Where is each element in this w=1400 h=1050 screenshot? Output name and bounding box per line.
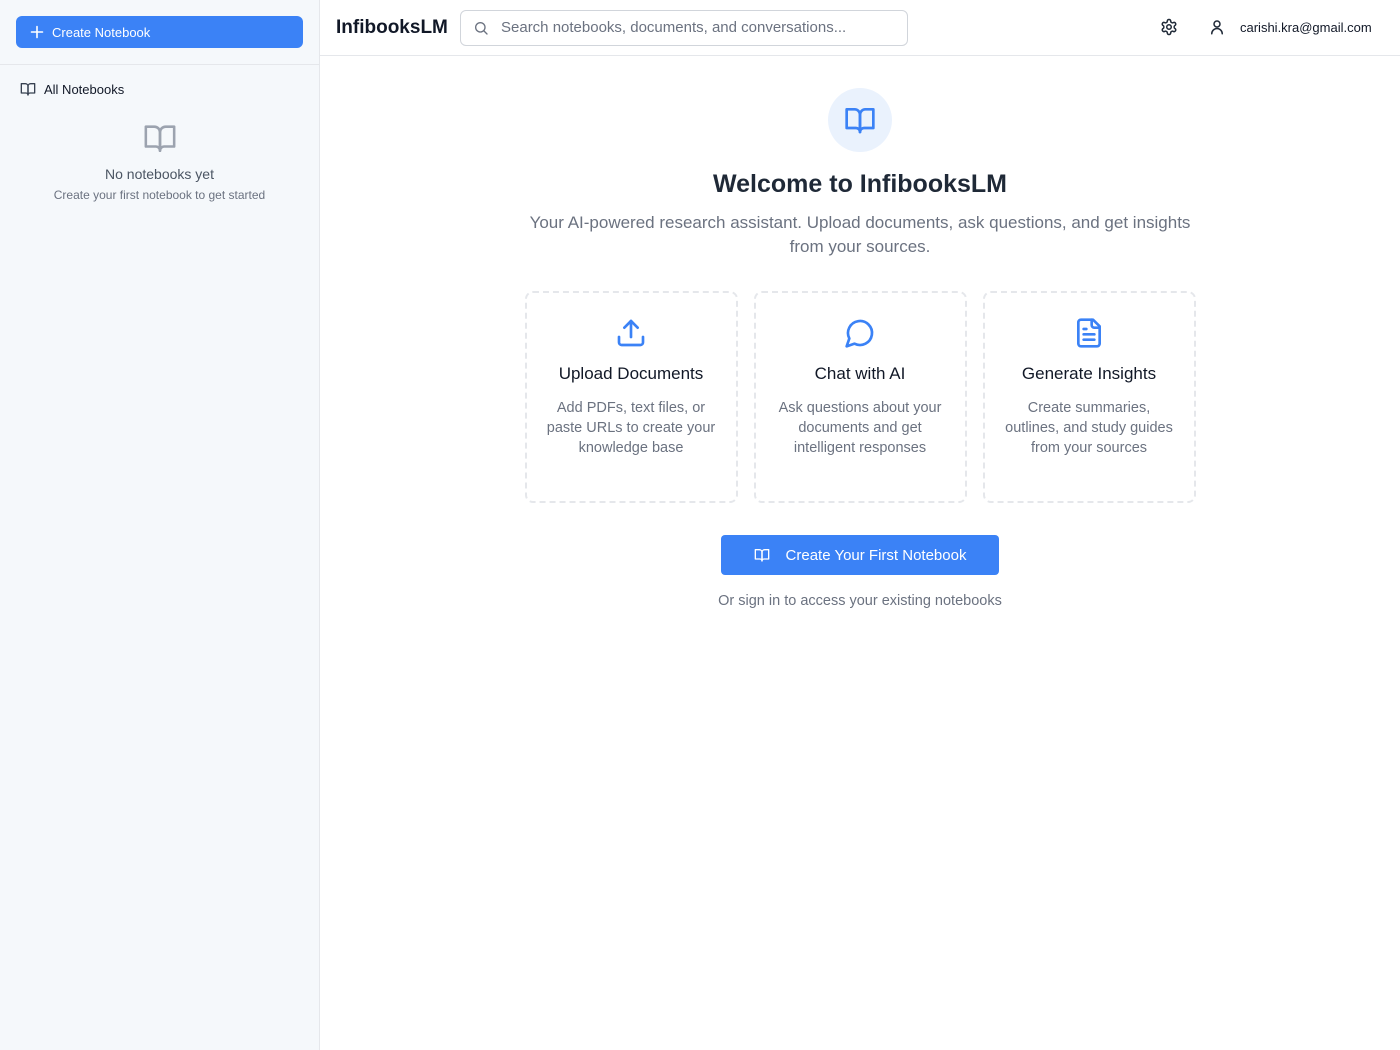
book-open-icon bbox=[844, 104, 876, 136]
feature-card-chat: Chat with AI Ask questions about your do… bbox=[753, 291, 967, 503]
plus-icon bbox=[30, 25, 44, 39]
user-menu[interactable]: carishi.kra@gmail.com bbox=[1208, 18, 1372, 36]
upload-icon bbox=[615, 317, 647, 349]
feature-card-description: Add PDFs, text files, or paste URLs to c… bbox=[546, 400, 716, 456]
feature-card-description: Ask questions about your documents and g… bbox=[778, 400, 942, 456]
feature-card-title: Upload Documents bbox=[558, 364, 704, 383]
feature-card-upload: Upload Documents Add PDFs, text files, o… bbox=[524, 291, 738, 503]
app-title: InfibooksLM bbox=[336, 16, 448, 38]
create-notebook-label: Create Notebook bbox=[52, 24, 151, 40]
sidebar-header: Create Notebook bbox=[0, 0, 319, 65]
feature-card-description: Create summaries, outlines, and study gu… bbox=[1005, 400, 1173, 456]
sidebar-item-all-notebooks[interactable]: All Notebooks bbox=[20, 79, 319, 99]
empty-title: No notebooks yet bbox=[105, 166, 214, 182]
book-open-icon bbox=[143, 121, 177, 155]
hero-icon-badge bbox=[828, 88, 892, 152]
create-notebook-button[interactable]: Create Notebook bbox=[16, 16, 303, 48]
user-icon bbox=[1208, 18, 1226, 36]
search-input[interactable] bbox=[501, 19, 901, 36]
empty-subtitle: Create your first notebook to get starte… bbox=[53, 188, 266, 202]
top-header: InfibooksLM carishi.kra@gmail.com bbox=[320, 0, 1400, 56]
book-open-icon bbox=[754, 547, 770, 563]
main-content: Welcome to InfibooksLM Your AI-powered r… bbox=[320, 57, 1400, 1050]
search-box[interactable] bbox=[460, 9, 908, 46]
settings-gear-icon[interactable] bbox=[1160, 18, 1178, 36]
sidebar: Create Notebook All Notebooks No noteboo… bbox=[0, 0, 320, 1050]
sidebar-item-label: All Notebooks bbox=[44, 81, 125, 97]
empty-notebooks-state: No notebooks yet Create your first noteb… bbox=[0, 121, 319, 202]
welcome-title: Welcome to InfibooksLM bbox=[713, 170, 1007, 198]
document-icon bbox=[1073, 317, 1105, 349]
chat-bubble-icon bbox=[844, 317, 876, 349]
signin-hint: Or sign in to access your existing noteb… bbox=[718, 593, 1002, 609]
feature-cards: Upload Documents Add PDFs, text files, o… bbox=[320, 291, 1400, 503]
welcome-subtitle: Your AI-powered research assistant. Uplo… bbox=[529, 213, 1191, 256]
feature-card-insights: Generate Insights Create summaries, outl… bbox=[982, 291, 1196, 503]
user-email: carishi.kra@gmail.com bbox=[1240, 19, 1372, 35]
cta-label: Create Your First Notebook bbox=[785, 546, 967, 564]
book-open-icon bbox=[20, 81, 36, 97]
feature-card-title: Chat with AI bbox=[814, 364, 906, 383]
feature-card-title: Generate Insights bbox=[1021, 364, 1157, 383]
create-first-notebook-button[interactable]: Create Your First Notebook bbox=[721, 535, 999, 575]
search-icon bbox=[473, 20, 489, 36]
